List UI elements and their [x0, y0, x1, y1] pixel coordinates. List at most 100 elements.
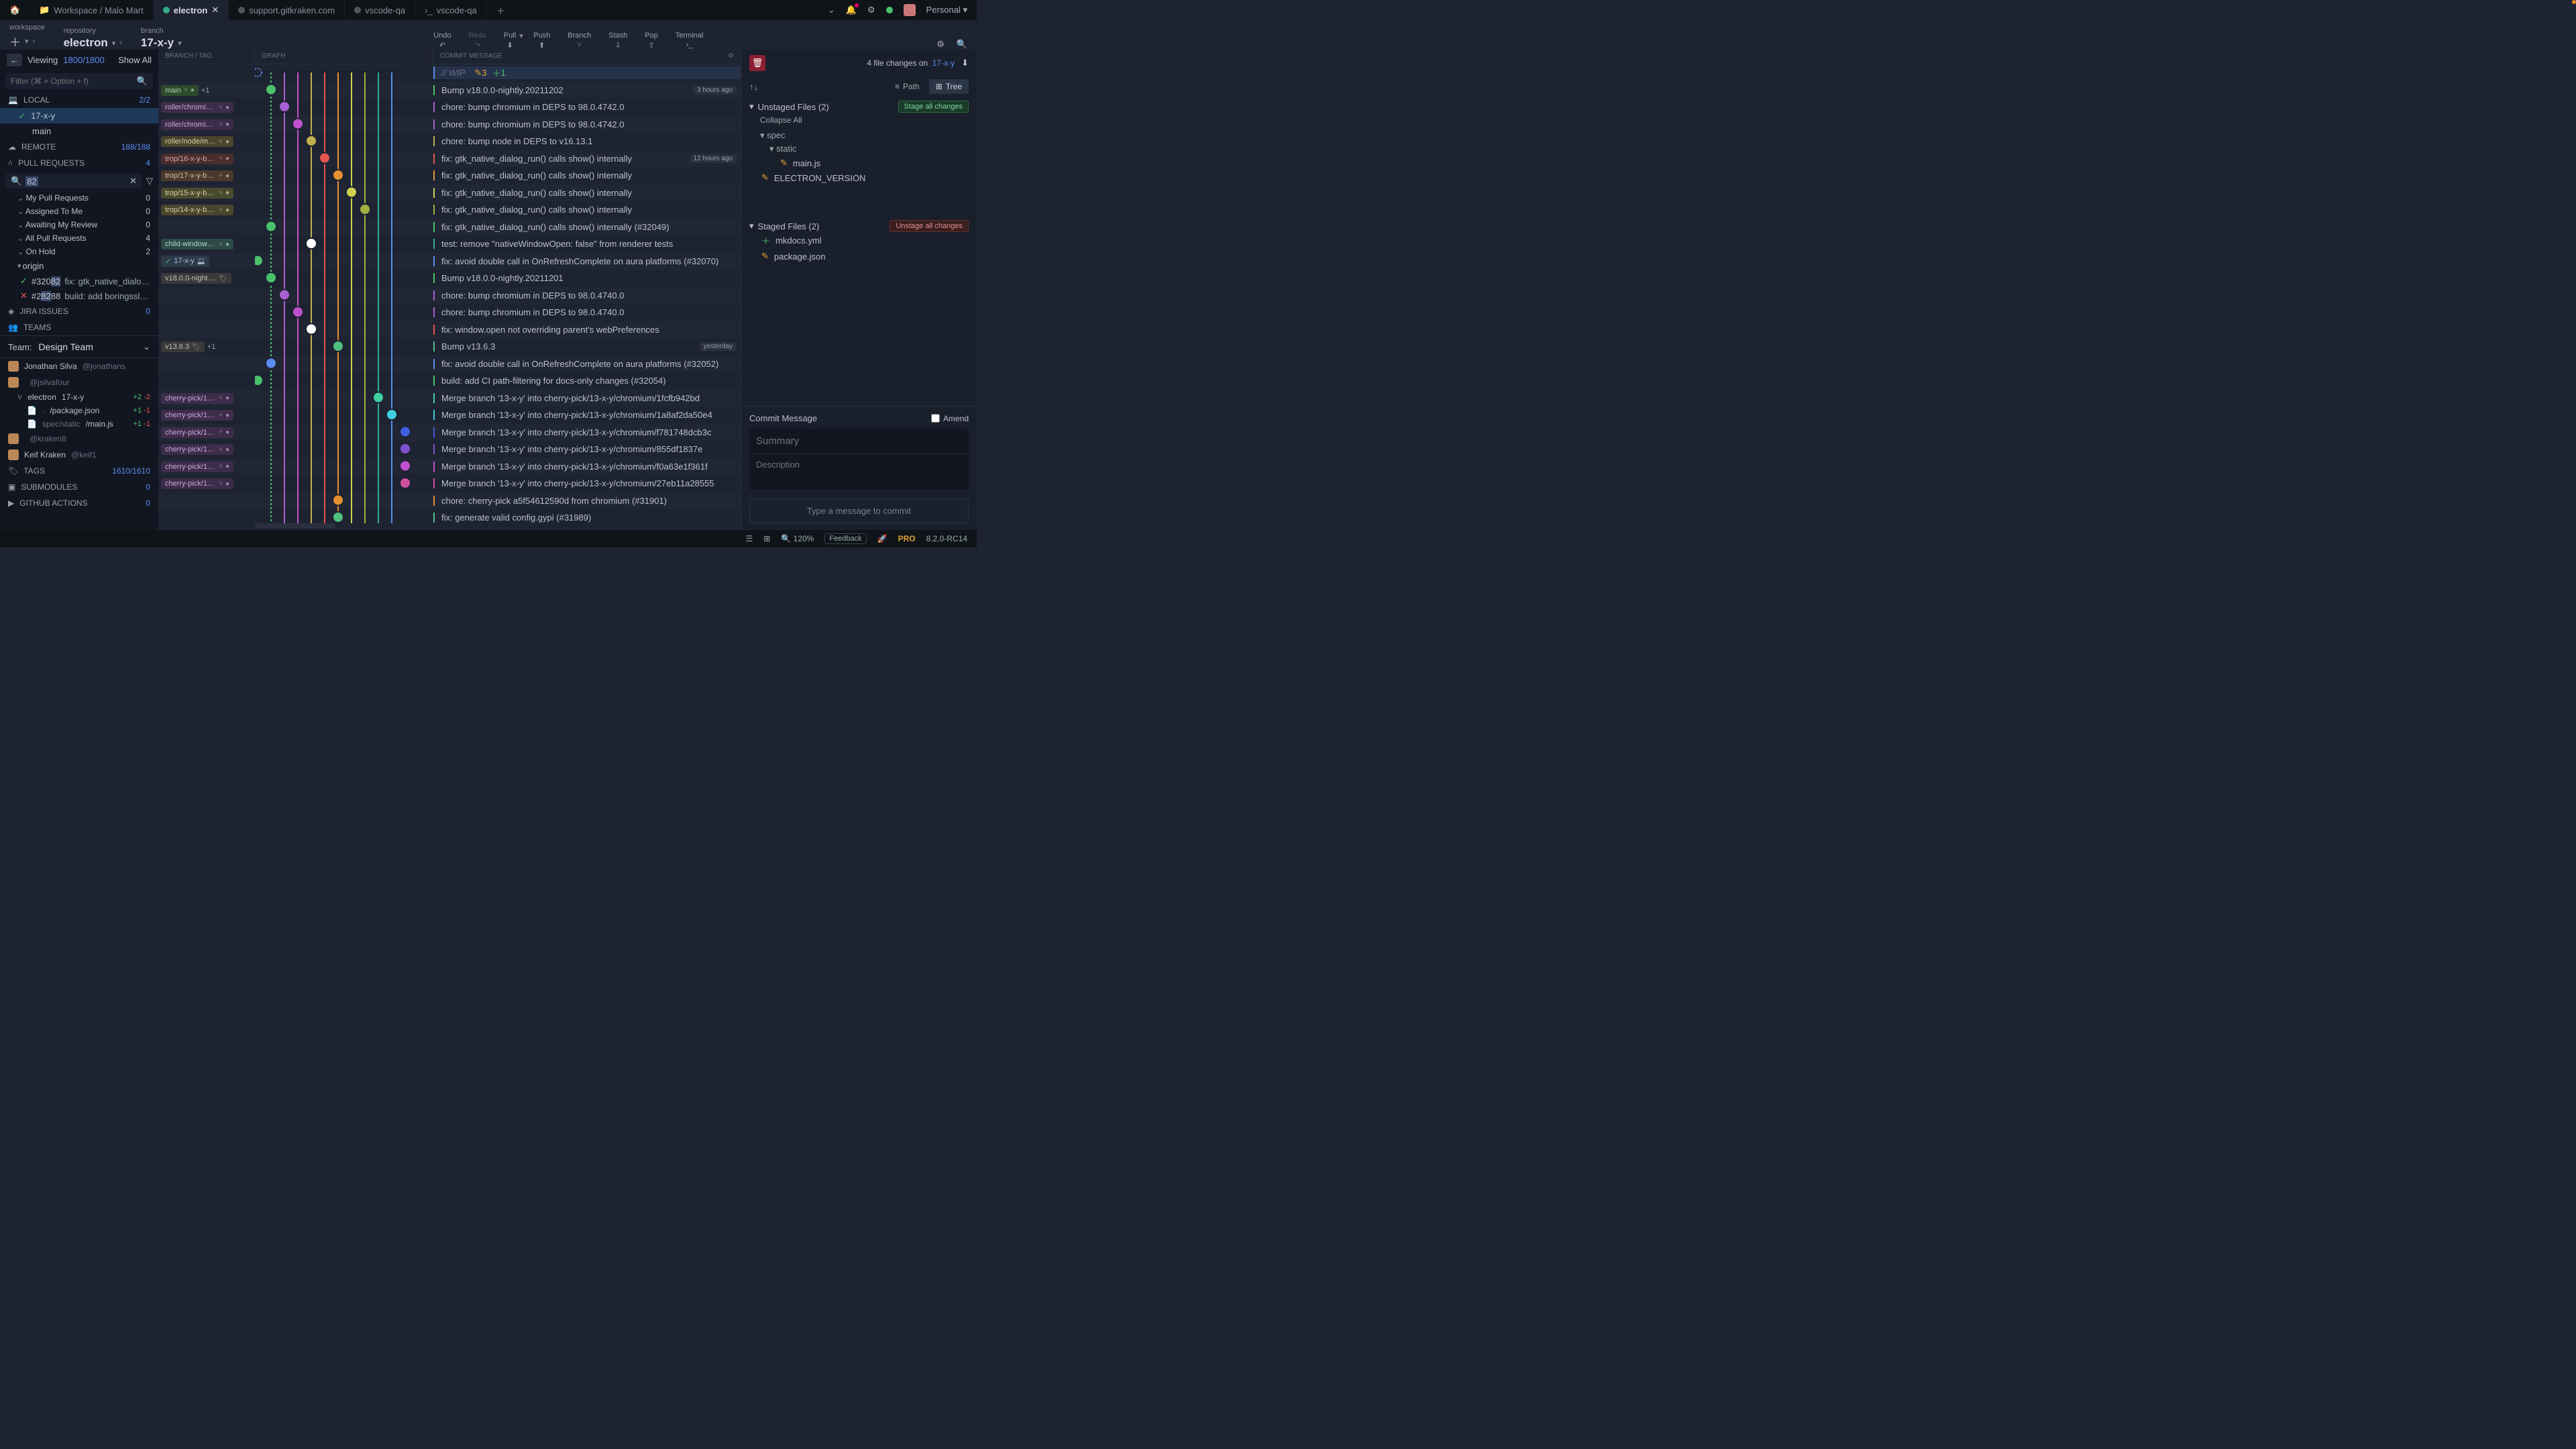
undo-button[interactable]: Undo↶ — [433, 32, 451, 50]
horizontal-scrollbar[interactable] — [255, 523, 335, 529]
commit-row[interactable]: v13.6.3🏷+1Bump v13.6.3yesterday — [158, 338, 741, 356]
chevron-down-icon[interactable]: ⌄ — [828, 5, 835, 15]
discard-button[interactable]: 🗑 — [749, 55, 765, 71]
commit-row[interactable]: chore: bump chromium in DEPS to 98.0.474… — [158, 287, 741, 305]
collapse-all-button[interactable]: Collapse All — [749, 113, 969, 129]
back-icon[interactable]: ← — [7, 54, 22, 66]
commit-row[interactable]: trop/15-x-y-bp-fi…⑂●fix: gtk_native_dial… — [158, 184, 741, 202]
remote-section[interactable]: ☁REMOTE188/188 — [0, 139, 158, 155]
filter-icon[interactable]: ▽ — [146, 176, 153, 186]
sort-icon[interactable]: ↑↓ — [749, 82, 758, 92]
commit-row[interactable]: roller/chromiu…⑂●chore: bump chromium in… — [158, 99, 741, 116]
pull-button[interactable]: Pull⬇▾ — [504, 32, 516, 50]
repo-tab-electron[interactable]: electron ✕ — [154, 0, 229, 20]
member-file[interactable]: 📄spec/static /main.js+1 -1 — [0, 417, 158, 431]
description-input[interactable] — [749, 453, 969, 490]
pr-group[interactable]: ⌄ Awaiting My Review0 — [0, 218, 158, 231]
show-all-button[interactable]: Show All — [118, 55, 152, 65]
terminal-button[interactable]: Terminal›_ — [676, 32, 704, 50]
commit-row[interactable]: build: add CI path-filtering for docs-on… — [158, 372, 741, 390]
commit-row[interactable]: fix: avoid double call in OnRefreshCompl… — [158, 356, 741, 373]
team-member[interactable]: Keif Kraken @keif1 — [0, 447, 158, 463]
avatar[interactable] — [904, 4, 916, 16]
commit-row[interactable]: ✓ 17-x-y💻fix: avoid double call in OnRef… — [158, 253, 741, 270]
file-item[interactable]: ✎package.json — [749, 249, 969, 264]
repo-tab[interactable]: support.gitkraken.com — [229, 0, 345, 20]
origin-row[interactable]: ▾ origin — [0, 258, 158, 274]
pr-item[interactable]: ✓#32082 fix: gtk_native_dialog_ru… — [0, 274, 158, 288]
commit-row[interactable]: cherry-pick/13-x…⑂●Merge branch '13-x-y'… — [158, 407, 741, 424]
member-file[interactable]: ⑂electron 17-x-y+2 -2 — [0, 390, 158, 404]
commit-row[interactable]: cherry-pick/13-x…⑂●Merge branch '13-x-y'… — [158, 390, 741, 407]
wip-row[interactable]: // WIP ✎ 3 ＋ 1 — [158, 64, 741, 82]
team-select[interactable]: Team: Design Team ⌄ — [0, 335, 158, 358]
terminal-tab[interactable]: ›_vscode-qa — [415, 0, 487, 20]
commit-row[interactable]: trop/17-x-y-bp-fi…⑂●fix: gtk_native_dial… — [158, 167, 741, 184]
new-tab[interactable]: ＋ — [487, 0, 515, 20]
close-icon[interactable]: ✕ — [211, 5, 219, 15]
folder-node[interactable]: ▾ static — [749, 142, 969, 156]
commit-row[interactable]: fix: generate valid config.gypi (#31989) — [158, 509, 741, 523]
staged-header[interactable]: ▾ Staged Files (2)Unstage all changes — [749, 220, 969, 232]
commit-row[interactable]: roller/chromiu…⑂●chore: bump chromium in… — [158, 116, 741, 133]
zoom-icon[interactable]: 🔍 120% — [781, 534, 814, 543]
team-member[interactable]: @jsilvafour — [0, 374, 158, 390]
file-item[interactable]: ✎main.js — [749, 156, 969, 170]
pr-filter-input[interactable]: 🔍82✕ — [5, 174, 142, 189]
account-menu[interactable]: Personal ▾ — [926, 5, 967, 15]
tags-section[interactable]: 🏷TAGS1610/1610 — [0, 463, 158, 479]
branch-menu[interactable]: 17-x-y▾ — [141, 36, 182, 50]
pr-section[interactable]: ⑃PULL REQUESTS4 — [0, 155, 158, 171]
unstage-all-button[interactable]: Unstage all changes — [890, 220, 969, 232]
tree-view-button[interactable]: ⊞ Tree — [929, 79, 969, 94]
unstaged-header[interactable]: ▾ Unstaged Files (2)Stage all changes — [749, 101, 969, 113]
gha-section[interactable]: ▶GITHUB ACTIONS0 — [0, 495, 158, 511]
commit-row[interactable]: chore: bump chromium in DEPS to 98.0.474… — [158, 304, 741, 321]
commit-row[interactable]: child-window-pr…⑂●test: remove "nativeWi… — [158, 235, 741, 253]
repo-menu[interactable]: electron▾› — [64, 36, 122, 50]
list-icon[interactable]: ☰ — [746, 534, 753, 543]
commit-row[interactable]: main⑂●+1Bump v18.0.0-nightly.202112023 h… — [158, 82, 741, 99]
stage-all-button[interactable]: Stage all changes — [898, 101, 969, 113]
workspace-menu[interactable]: ＋▾› — [9, 33, 35, 50]
jira-section[interactable]: ◈JIRA ISSUES0 — [0, 303, 158, 319]
commit-row[interactable]: fix: gtk_native_dialog_run() calls show(… — [158, 219, 741, 236]
commit-row[interactable]: roller/node/main⑂●chore: bump node in DE… — [158, 133, 741, 150]
team-member[interactable]: Jonathan Silva @jonathans — [0, 358, 158, 374]
pop-button[interactable]: Pop⇧ — [645, 32, 658, 50]
repo-tab[interactable]: vscode-qa — [345, 0, 415, 20]
push-button[interactable]: Push⬆ — [533, 32, 550, 50]
clear-icon[interactable]: ✕ — [129, 176, 137, 186]
file-item[interactable]: ＋mkdocs.yml — [749, 232, 969, 249]
commit-row[interactable]: cherry-pick/13-x…⑂●Merge branch '13-x-y'… — [158, 441, 741, 458]
branch-item[interactable]: ✓17-x-y — [0, 108, 158, 123]
commit-row[interactable]: fix: window.open not overriding parent's… — [158, 321, 741, 339]
summary-input[interactable] — [749, 429, 969, 453]
folder-node[interactable]: ▾ spec — [749, 129, 969, 142]
teams-section[interactable]: 👥TEAMS — [0, 319, 158, 335]
settings-icon[interactable]: ⚙̵ — [936, 39, 945, 50]
commit-button[interactable]: Type a message to commit — [749, 498, 969, 523]
commit-row[interactable]: chore: cherry-pick a5f54612590d from chr… — [158, 492, 741, 510]
submodules-section[interactable]: ▣SUBMODULES0 — [0, 479, 158, 495]
pr-group[interactable]: ⌄ My Pull Requests0 — [0, 191, 158, 205]
branch-item[interactable]: main — [0, 123, 158, 139]
commit-row[interactable]: trop/16-x-y-bp-fi…⑂●fix: gtk_native_dial… — [158, 150, 741, 168]
branch-button[interactable]: Branch⑂ — [568, 32, 591, 50]
commit-row[interactable]: v18.0.0-nightly.202…🏷Bump v18.0.0-nightl… — [158, 270, 741, 287]
rocket-icon[interactable]: 🚀 — [877, 534, 888, 543]
gear-icon[interactable]: ⚙ — [728, 52, 734, 61]
feedback-button[interactable]: Feedback — [824, 533, 866, 544]
commit-row[interactable]: trop/14-x-y-bp-fi…⑂●fix: gtk_native_dial… — [158, 201, 741, 219]
stash-button[interactable]: Stash⇩ — [608, 32, 627, 50]
commit-row[interactable]: cherry-pick/13-x…⑂●Merge branch '13-x-y'… — [158, 475, 741, 492]
redo-button[interactable]: Redo↷ — [469, 32, 486, 50]
file-item[interactable]: ✎ELECTRON_VERSION — [749, 170, 969, 185]
download-icon[interactable]: ⬇ — [961, 58, 969, 68]
pr-group[interactable]: ⌄ All Pull Requests4 — [0, 231, 158, 245]
gear-icon[interactable]: ⚙ — [867, 5, 875, 15]
commit-row[interactable]: cherry-pick/13-x…⑂●Merge branch '13-x-y'… — [158, 424, 741, 441]
pr-item[interactable]: ✕#28288 build: add boringssl hea… — [0, 288, 158, 303]
commit-row[interactable]: cherry-pick/13-x…⑂●Merge branch '13-x-y'… — [158, 458, 741, 476]
filter-input[interactable]: 🔍 — [5, 73, 153, 89]
